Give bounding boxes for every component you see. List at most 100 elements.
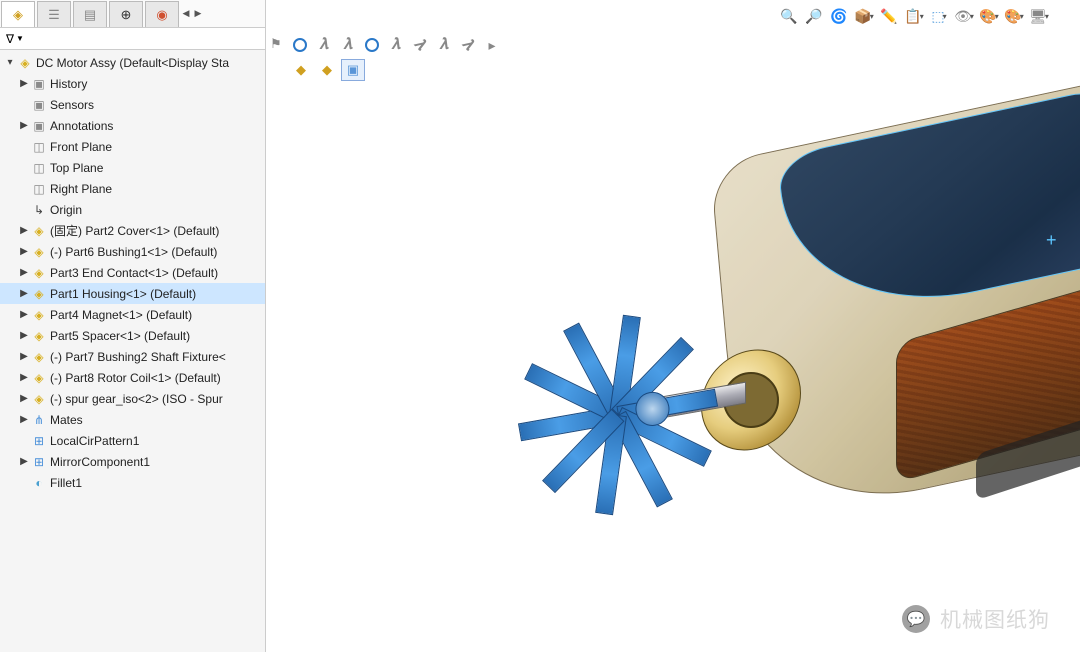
expand-toggle[interactable]: ▶: [18, 456, 30, 467]
tree-node[interactable]: ▶◈(-) spur gear_iso<2> (ISO - Spur: [0, 388, 265, 409]
dropdown-arrow[interactable]: ▾: [1020, 12, 1024, 21]
display-style-icon[interactable]: ⬚▾: [928, 5, 950, 27]
tab-appearance[interactable]: ◉: [145, 1, 179, 27]
tab-scroll-left[interactable]: ◀: [180, 8, 192, 19]
tree-node[interactable]: ▶◈Part1 Housing<1> (Default): [0, 283, 265, 304]
expand-toggle[interactable]: ▶: [18, 288, 30, 299]
expand-toggle[interactable]: ▶: [18, 414, 30, 425]
tree-node[interactable]: ▶▣Annotations: [0, 115, 265, 136]
assembly-icon: ◈: [13, 7, 23, 23]
axis-4[interactable]: 𝛌: [432, 34, 456, 56]
plane-icon: ◫: [31, 139, 47, 155]
tree-node-label: (-) Part6 Bushing1<1> (Default): [50, 245, 217, 259]
tree-node[interactable]: ◫Front Plane: [0, 136, 265, 157]
axis-icon: 𝛌: [343, 36, 352, 54]
axis-1[interactable]: 𝛌: [312, 34, 336, 56]
tree-root[interactable]: ▾ ◈ DC Motor Assy (Default<Display Sta: [0, 52, 265, 73]
dropdown-arrow[interactable]: ▾: [1045, 12, 1049, 21]
model-view[interactable]: +: [546, 60, 1080, 650]
dropdown-arrow[interactable]: ▾: [870, 12, 874, 21]
tree-node[interactable]: ▶⊞MirrorComponent1: [0, 451, 265, 472]
feature-tree[interactable]: ▾ ◈ DC Motor Assy (Default<Display Sta ▶…: [0, 50, 265, 495]
expand-toggle[interactable]: ▶: [18, 246, 30, 257]
edit-appearance-icon[interactable]: 🎨▾: [978, 5, 1000, 27]
tree-node[interactable]: ▶⋔Mates: [0, 409, 265, 430]
tree-node[interactable]: ▶◈Part3 End Contact<1> (Default): [0, 262, 265, 283]
tree-node[interactable]: ◫Right Plane: [0, 178, 265, 199]
dynamic-view-icon[interactable]: ✏️: [878, 5, 900, 27]
tree-node[interactable]: ▶◈Part4 Magnet<1> (Default): [0, 304, 265, 325]
expand-toggle[interactable]: ▶: [18, 267, 30, 278]
tree-node-label: LocalCirPattern1: [50, 434, 139, 448]
filter-dd[interactable]: ▼: [16, 34, 24, 43]
tree-node-label: Part1 Housing<1> (Default): [50, 287, 196, 301]
display-icon[interactable]: 🖥▾: [1028, 5, 1050, 27]
tree-node[interactable]: ▶▣History: [0, 73, 265, 94]
tree-node[interactable]: ▶◈(固定) Part2 Cover<1> (Default): [0, 220, 265, 241]
expand-toggle[interactable]: ▶: [18, 330, 30, 341]
axis-2[interactable]: 𝛌: [336, 34, 360, 56]
cfg-assembly[interactable]: ◆: [289, 59, 313, 81]
part-icon: ◈: [31, 328, 47, 344]
expand-toggle[interactable]: ▶: [18, 393, 30, 404]
expand-toggle[interactable]: ▶: [18, 372, 30, 383]
dropdown-arrow[interactable]: ▾: [970, 12, 974, 21]
tree-node[interactable]: ▣Sensors: [0, 94, 265, 115]
expand-toggle[interactable]: ▾: [4, 57, 16, 68]
spur-gear[interactable]: [549, 350, 686, 479]
plane-icon: ◫: [31, 181, 47, 197]
tree-node[interactable]: ◫Top Plane: [0, 157, 265, 178]
axis-3[interactable]: 𝛌: [384, 34, 408, 56]
expand-toggle[interactable]: ▶: [18, 351, 30, 362]
tree-node[interactable]: ◐Fillet1: [0, 472, 265, 493]
grey-icon: ▣: [31, 118, 47, 134]
tree-node-label: (-) spur gear_iso<2> (ISO - Spur: [50, 392, 223, 406]
section-view-icon[interactable]: 📦▾: [853, 5, 875, 27]
concentric-2[interactable]: [360, 34, 384, 56]
tree-node[interactable]: ▶◈(-) Part6 Bushing1<1> (Default): [0, 241, 265, 262]
selection-crosshair: +: [1046, 230, 1057, 251]
feat-icon: ⊞: [31, 454, 47, 470]
edge-1[interactable]: 𝛌: [408, 34, 432, 56]
dropdown-arrow[interactable]: ▾: [943, 12, 947, 21]
graphics-viewport[interactable]: ⚑ 🔍🔎🌀📦▾✏️📋▾⬚▾👁▾🎨▾🎨▾🖥▾ 𝛌𝛌𝛌𝛌𝛌𝛌▸ ◆◆▣ + 💬 机械…: [266, 0, 1080, 652]
edge-2[interactable]: 𝛌: [456, 34, 480, 56]
tree-node-label: Annotations: [50, 119, 113, 133]
redo-flag-icon[interactable]: ⚑: [270, 36, 282, 52]
tab-origin[interactable]: ⊕: [109, 1, 143, 27]
more[interactable]: ▸: [480, 34, 504, 56]
expand-toggle[interactable]: ▶: [18, 225, 30, 236]
expand-toggle[interactable]: ▶: [18, 120, 30, 131]
tab-assembly[interactable]: ◈: [1, 1, 35, 27]
dropdown-arrow[interactable]: ▾: [920, 12, 924, 21]
tree-node[interactable]: ▶◈(-) Part7 Bushing2 Shaft Fixture<: [0, 346, 265, 367]
config-bar: ◆◆▣: [288, 58, 366, 82]
cfg-part[interactable]: ◆: [315, 59, 339, 81]
tree-node[interactable]: ▶◈Part5 Spacer<1> (Default): [0, 325, 265, 346]
dropdown-arrow[interactable]: ▾: [995, 12, 999, 21]
scene-icon[interactable]: 🎨▾: [1003, 5, 1025, 27]
tree-node[interactable]: ↳Origin: [0, 199, 265, 220]
hide-show-icon[interactable]: 👁▾: [953, 5, 975, 27]
zoom-fit-icon: 🔍: [780, 8, 797, 25]
zoom-fit-icon[interactable]: 🔍: [778, 5, 800, 27]
tab-config[interactable]: ☰: [37, 1, 71, 27]
filter-bar[interactable]: ∇ ▼: [0, 28, 265, 50]
zoom-previous-icon: 🌀: [830, 8, 847, 25]
tree-node-label: Sensors: [50, 98, 94, 112]
zoom-area-icon[interactable]: 🔎: [803, 5, 825, 27]
tab-scroll-right[interactable]: ▶: [192, 8, 204, 19]
plane-icon: ◫: [31, 160, 47, 176]
tree-node[interactable]: ⊞LocalCirPattern1: [0, 430, 265, 451]
cfg-solid[interactable]: ▣: [341, 59, 365, 81]
zoom-previous-icon[interactable]: 🌀: [828, 5, 850, 27]
tree-node[interactable]: ▶◈(-) Part8 Rotor Coil<1> (Default): [0, 367, 265, 388]
view-orientation-icon[interactable]: 📋▾: [903, 5, 925, 27]
panel-tabs: ◈ ☰ ▤ ⊕ ◉ ◀ ▶: [0, 0, 265, 28]
expand-toggle[interactable]: ▶: [18, 78, 30, 89]
concentric-1[interactable]: [288, 34, 312, 56]
watermark-icon: 💬: [902, 605, 930, 633]
tab-property[interactable]: ▤: [73, 1, 107, 27]
expand-toggle[interactable]: ▶: [18, 309, 30, 320]
tree-node-label: History: [50, 77, 87, 91]
